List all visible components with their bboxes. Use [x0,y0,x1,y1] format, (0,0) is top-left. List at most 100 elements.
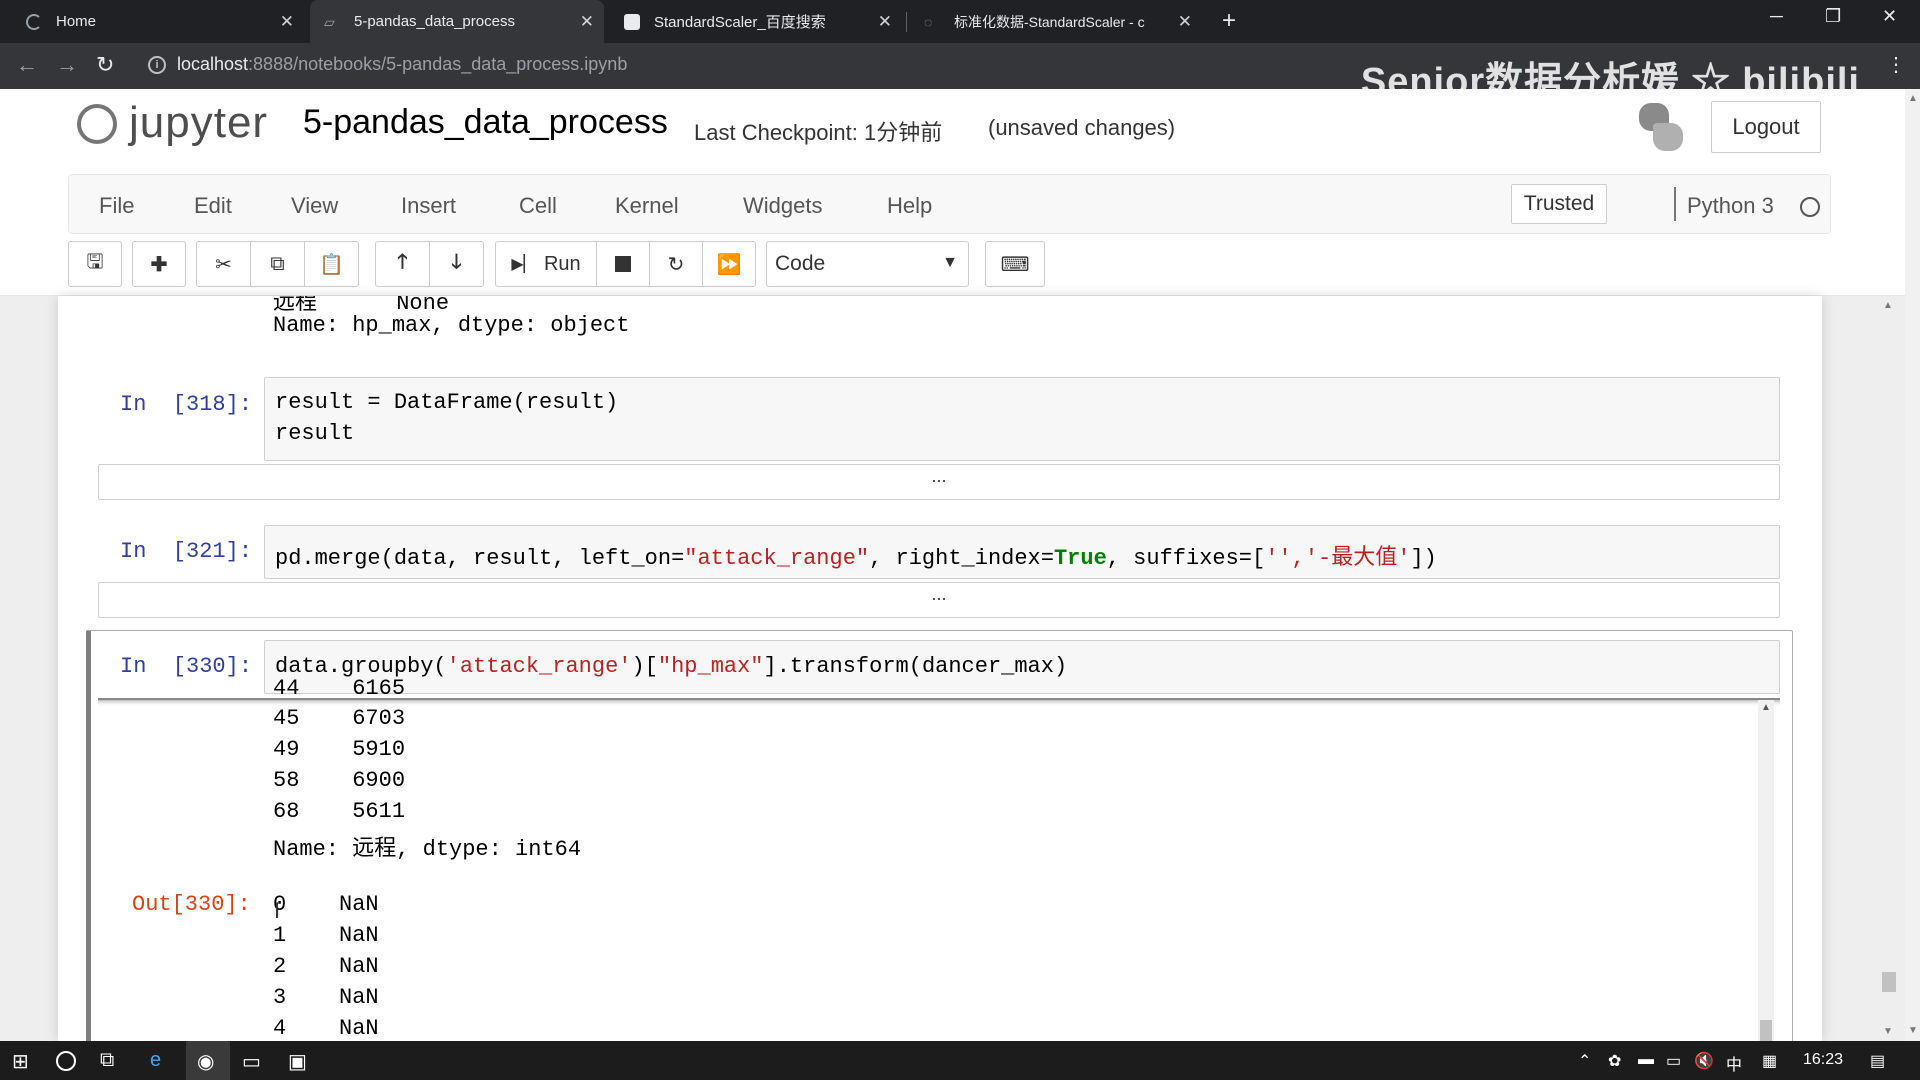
baidu-icon [624,13,640,30]
kernel-name[interactable]: Python 3 [1687,193,1774,219]
scroll-up-icon[interactable]: ▲ [1761,702,1771,713]
menu-help[interactable]: Help [887,193,932,219]
run-button[interactable]: ▶▏ Run [495,241,597,287]
restart-run-all-button[interactable]: ⏩ [702,241,756,287]
code-string: "attack_range" [684,546,870,571]
notification-icon[interactable]: ▤ [1870,1051,1885,1071]
close-window-icon[interactable]: ✕ [1882,6,1897,27]
tab-title: 标准化数据-StandardScaler - c [954,13,1145,30]
python-logo-icon [1635,101,1687,153]
tab-notebook[interactable]: ▱ 5-pandas_data_process ✕ [310,0,604,43]
battery-icon[interactable]: ▬ [1638,1051,1654,1069]
collapsed-output-321[interactable]: ... [98,582,1780,618]
page-scrollbar[interactable]: ▲ ▼ [1905,89,1920,1041]
cut-button[interactable]: ✂ [196,241,251,287]
interrupt-button[interactable] [596,241,650,287]
terminal-icon[interactable]: ▭ [242,1049,261,1074]
close-tab-icon[interactable]: ✕ [878,12,892,32]
scrollbar-thumb[interactable] [1882,972,1896,992]
code-cell-318[interactable]: result = DataFrame(result) result [264,377,1780,461]
menu-file[interactable]: File [99,193,134,219]
jupyter-logo-icon [75,98,119,148]
code-cell-321[interactable]: pd.merge(data, result, left_on="attack_r… [264,525,1780,579]
logout-button[interactable]: Logout [1711,101,1821,153]
stdout-row: 44 6165 [273,676,406,701]
code-cell-330[interactable]: data.groupby('attack_range')["hp_max"].t… [264,640,1780,694]
tray-chevron-icon[interactable]: ⌃ [1578,1051,1591,1071]
move-down-button[interactable]: 🡓 [429,241,484,287]
jupyter-header: jupyter 5-pandas_data_process Last Check… [0,89,1905,296]
url-field[interactable]: localhost:8888/notebooks/5-pandas_data_p… [177,54,627,75]
back-icon[interactable]: ← [16,52,38,78]
paste-button[interactable]: 📋 [304,241,359,287]
insert-cell-button[interactable]: ✚ [132,241,186,287]
page-icon: ◌ [924,13,933,30]
scroll-down-icon[interactable]: ▼ [1883,1026,1893,1037]
code-token: , suffixes=[ [1106,546,1266,571]
new-tab-button[interactable]: + [1222,7,1236,35]
copy-button[interactable]: ⧉ [250,241,305,287]
tray-app-icon[interactable]: ✿ [1608,1051,1621,1071]
scroll-up-icon[interactable]: ▲ [1908,93,1918,104]
ime-indicator[interactable]: 中 [1726,1051,1742,1075]
tab-csdn[interactable]: ◌ 标准化数据-StandardScaler - c ✕ [910,0,1202,43]
browser-tabbar: Home ✕ ▱ 5-pandas_data_process ✕ Standar… [0,0,1920,43]
menu-view[interactable]: View [291,193,338,219]
browser-menu-icon[interactable]: ⋮ [1886,52,1906,77]
url-host: localhost [177,54,249,74]
restart-button[interactable]: ↻ [649,241,703,287]
move-up-button[interactable]: 🡑 [375,241,430,287]
save-button[interactable]: 🖫 [68,241,122,287]
ime-mode-icon[interactable]: ▦ [1762,1051,1777,1071]
close-tab-icon[interactable]: ✕ [580,12,594,32]
fast-forward-icon: ⏩ [716,253,742,276]
close-tab-icon[interactable]: ✕ [1178,12,1192,32]
menu-cell[interactable]: Cell [519,193,557,219]
forward-icon[interactable]: → [56,52,78,78]
arrow-up-icon: 🡑 [397,251,408,273]
cell-type-select[interactable]: Code ▼ [766,241,969,287]
notebook-title[interactable]: 5-pandas_data_process [303,103,668,142]
edge-icon[interactable]: e [150,1049,161,1072]
scroll-up-icon[interactable]: ▲ [1883,300,1893,311]
trusted-button[interactable]: Trusted [1511,184,1607,224]
notebook-scrollbar[interactable]: ▲ ▼ [1880,296,1896,1041]
scroll-down-icon[interactable]: ▼ [1908,1025,1918,1036]
search-icon[interactable] [56,1051,76,1071]
chrome-icon[interactable]: ◉ [197,1049,214,1074]
reload-icon[interactable]: ↻ [96,52,114,78]
code-line: result = DataFrame(result) [275,390,619,415]
tab-title: StandardScaler_百度搜索 [654,14,826,31]
task-view-icon[interactable]: ⧉ [100,1049,114,1072]
checkpoint-status: Last Checkpoint: 1分钟前 [694,120,943,145]
restore-icon[interactable]: ❐ [1825,6,1841,27]
code-string: 'attack_range' [446,654,632,679]
scrollbar-thumb[interactable] [1760,1020,1772,1041]
loading-icon [26,13,42,30]
menu-kernel[interactable]: Kernel [615,193,679,219]
tab-home[interactable]: Home ✕ [12,0,304,43]
menu-widgets[interactable]: Widgets [743,193,822,219]
close-tab-icon[interactable]: ✕ [280,12,294,32]
menu-edit[interactable]: Edit [194,193,232,219]
code-string: "hp_max" [657,654,764,679]
stop-icon [615,256,631,272]
volume-muted-icon[interactable]: 🔇 [1694,1051,1714,1071]
command-palette-button[interactable]: ⌨ [985,241,1045,287]
jupyter-logo[interactable]: jupyter [75,98,268,148]
network-icon[interactable]: ▭ [1666,1051,1681,1071]
stdout-row: 68 5611 [273,799,406,824]
collapsed-output-318[interactable]: ... [98,464,1780,500]
output-scrollbar[interactable]: ▲ [1758,700,1774,1041]
minimize-icon[interactable]: ─ [1770,6,1783,27]
info-icon[interactable]: i [148,56,166,74]
clock[interactable]: 16:23 [1803,1051,1843,1069]
prev-output-line: Name: hp_max, dtype: object [273,313,630,338]
taskbar: ⊞ ⧉ e ◉ ▭ ▣ ⌃ ✿ ▬ ▭ 🔇 中 ▦ 16:23 ▤ [0,1041,1920,1080]
tab-baidu[interactable]: StandardScaler_百度搜索 ✕ [610,0,902,43]
windows-start-icon[interactable]: ⊞ [12,1049,29,1074]
app-icon[interactable]: ▣ [288,1049,307,1074]
menu-insert[interactable]: Insert [401,193,456,219]
save-icon: 🖫 [86,251,104,273]
cell-type-value: Code [775,252,826,275]
